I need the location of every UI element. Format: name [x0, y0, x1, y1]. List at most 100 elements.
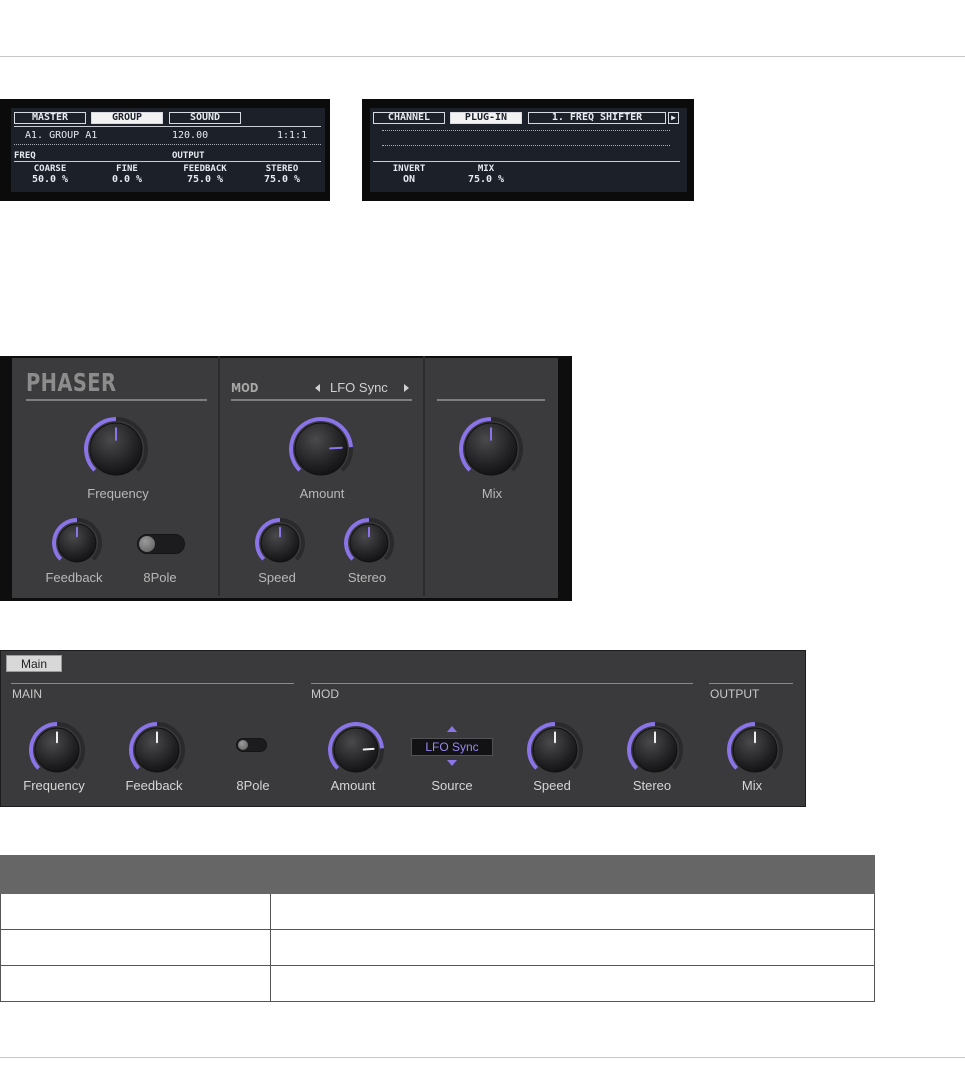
- frequency-knob[interactable]: [83, 416, 149, 482]
- column-divider: [423, 356, 425, 596]
- table-header-row: [0, 855, 875, 894]
- control-label-frequency: Frequency: [23, 778, 85, 793]
- param-value-stereo: 75.0 %: [263, 174, 301, 185]
- tempo-value: 120.00: [172, 130, 209, 141]
- lcd-divider: [373, 161, 680, 162]
- toggle-label-8pole: 8Pole: [143, 570, 177, 585]
- 8pole-toggle[interactable]: [236, 738, 267, 752]
- knob-graphic: [527, 722, 583, 773]
- table-row: [0, 929, 875, 966]
- tab-plugin-slot[interactable]: 1. FREQ SHIFTER: [528, 112, 666, 124]
- knob-graphic: [727, 722, 783, 773]
- mod-underline: [231, 399, 412, 401]
- param-value-feedback: 75.0 %: [186, 174, 224, 185]
- amount-knob[interactable]: [327, 721, 385, 779]
- lcd-divider: [14, 126, 321, 127]
- source-next-icon[interactable]: [404, 384, 409, 392]
- group-name: A1. GROUP A1: [25, 130, 98, 141]
- toggle-thumb: [238, 740, 248, 750]
- knob-indicator: [329, 446, 343, 450]
- control-label-feedback: Feedback: [125, 778, 183, 793]
- table-row: [0, 965, 875, 1002]
- section-mod: MOD: [311, 687, 339, 701]
- speed-knob[interactable]: [526, 721, 584, 779]
- toggle-thumb: [139, 536, 155, 552]
- knob-graphic: [328, 722, 384, 773]
- knob-body: [294, 422, 348, 476]
- lcd-screen-left: MASTER GROUP SOUND A1. GROUP A1 120.00 1…: [11, 108, 325, 192]
- title-underline: [26, 399, 207, 401]
- bottom-rule: [0, 1057, 965, 1058]
- table-cell: [270, 965, 875, 1002]
- output-underline: [437, 399, 545, 401]
- param-value-fine: 0.0 %: [111, 174, 143, 185]
- table-header-cell: [0, 855, 271, 894]
- lcd-dotted-line: [382, 145, 670, 146]
- mod-label: MOD: [231, 381, 259, 395]
- table-cell: [0, 965, 271, 1002]
- lcd-screen-right: CHANNEL PLUG-IN 1. FREQ SHIFTER ▶ INVERT…: [370, 108, 687, 192]
- mix-knob[interactable]: [726, 721, 784, 779]
- table-cell: [0, 929, 271, 966]
- knob-graphic: [627, 722, 683, 773]
- stereo-knob[interactable]: [343, 517, 395, 569]
- tab-master[interactable]: MASTER: [14, 112, 86, 124]
- knob-graphic: [129, 722, 185, 773]
- stereo-knob[interactable]: [626, 721, 684, 779]
- hardware-display-left: MASTER GROUP SOUND A1. GROUP A1 120.00 1…: [0, 99, 330, 201]
- control-label-source: Source: [431, 778, 473, 793]
- section-main: MAIN: [12, 687, 42, 701]
- knob-label-amount: Amount: [299, 486, 345, 501]
- knob-graphic: [84, 417, 148, 476]
- 8pole-toggle[interactable]: [137, 534, 185, 554]
- feedback-knob[interactable]: [51, 517, 103, 569]
- source-selector[interactable]: LFO Sync: [411, 738, 493, 756]
- mod-source-value[interactable]: LFO Sync: [330, 380, 388, 395]
- tab-channel[interactable]: CHANNEL: [373, 112, 445, 124]
- param-value-invert: ON: [402, 174, 416, 185]
- top-rule: [0, 56, 965, 57]
- knob-graphic: [29, 722, 85, 773]
- section-line-mod: [311, 683, 693, 684]
- knob-label-feedback: Feedback: [45, 570, 103, 585]
- lcd-dotted-line: [382, 130, 670, 131]
- control-label-stereo: Stereo: [632, 778, 672, 793]
- control-label-speed: Speed: [533, 778, 571, 793]
- knob-label-speed: Speed: [258, 570, 296, 585]
- tab-main[interactable]: Main: [6, 655, 62, 672]
- amount-knob[interactable]: [288, 416, 354, 482]
- knob-indicator: [362, 747, 375, 751]
- knob-graphic: [344, 518, 394, 563]
- knob-graphic: [52, 518, 102, 563]
- plugin-title: PHASER: [26, 368, 117, 397]
- feedback-knob[interactable]: [128, 721, 186, 779]
- source-prev-icon[interactable]: [315, 384, 320, 392]
- phaser-plugin: PHASER MOD LFO Sync Frequency Amount Mix…: [0, 356, 572, 601]
- tab-group[interactable]: GROUP: [91, 112, 163, 124]
- knob-label-stereo: Stereo: [347, 570, 387, 585]
- parameter-table: [0, 855, 875, 1002]
- param-value-coarse: 50.0 %: [31, 174, 69, 185]
- section-output: OUTPUT: [710, 687, 760, 701]
- table-row: [0, 893, 875, 930]
- knob-graphic: [255, 518, 305, 563]
- tab-plug-in[interactable]: PLUG-IN: [450, 112, 522, 124]
- speed-knob[interactable]: [254, 517, 306, 569]
- tab-sound[interactable]: SOUND: [169, 112, 241, 124]
- lcd-dotted-line: [14, 144, 321, 145]
- section-line-main: [11, 683, 294, 684]
- parameter-panel: Main MAIN MOD OUTPUT Frequency Feedback …: [0, 650, 806, 807]
- source-down-icon[interactable]: [447, 760, 457, 766]
- frequency-knob[interactable]: [28, 721, 86, 779]
- lcd-divider: [14, 161, 321, 162]
- table-cell: [270, 929, 875, 966]
- knob-label-frequency: Frequency: [87, 486, 149, 501]
- knob-label-mix: Mix: [481, 486, 503, 501]
- source-up-icon[interactable]: [447, 726, 457, 732]
- table-header-cell: [270, 855, 875, 894]
- knob-graphic: [289, 417, 353, 476]
- knob-graphic: [459, 417, 523, 476]
- next-arrow-icon[interactable]: ▶: [668, 112, 679, 124]
- control-label-8pole: 8Pole: [236, 778, 270, 793]
- mix-knob[interactable]: [458, 416, 524, 482]
